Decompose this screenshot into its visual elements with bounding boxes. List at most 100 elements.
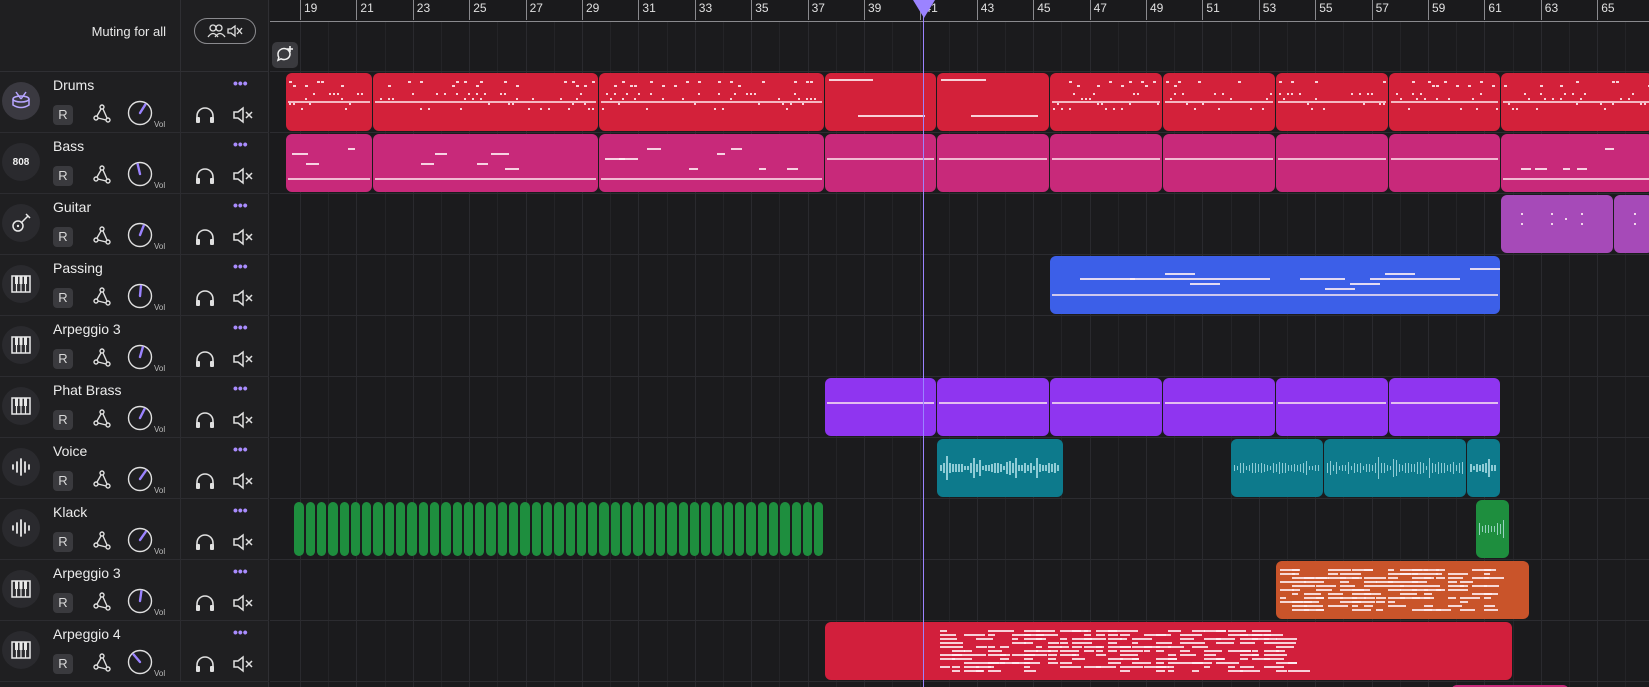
audio-segment[interactable] <box>316 502 327 556</box>
track-more-options-button[interactable]: ••• <box>233 624 248 640</box>
audio-segment[interactable] <box>463 502 474 556</box>
track-lane[interactable] <box>270 316 1649 377</box>
track-name[interactable]: Bass <box>53 138 84 154</box>
audio-segment[interactable] <box>644 502 654 556</box>
audio-segment[interactable] <box>746 502 756 556</box>
track-name[interactable]: Arpeggio 4 <box>53 626 121 642</box>
record-arm-button[interactable]: R <box>53 288 73 308</box>
region-clip[interactable] <box>1388 134 1501 192</box>
audio-segment[interactable] <box>802 502 813 556</box>
region-clip[interactable] <box>824 134 937 192</box>
speaker-mute-icon[interactable] <box>232 288 254 308</box>
arrangement-timeline[interactable]: 19 21 23 25 27 29 31 33 35 37 39 41 43 45 47 49 51 53 55 57… <box>270 0 1649 687</box>
audio-segment[interactable] <box>622 502 632 556</box>
track-name[interactable]: Voice <box>53 443 87 459</box>
track-more-options-button[interactable]: ••• <box>233 136 248 152</box>
audio-segment[interactable] <box>475 502 485 556</box>
audio-segment[interactable] <box>780 502 790 556</box>
track-more-options-button[interactable]: ••• <box>233 197 248 213</box>
audio-segment[interactable] <box>701 502 711 556</box>
audio-segment[interactable] <box>350 502 361 556</box>
volume-knob[interactable] <box>127 649 153 675</box>
headphones-solo-icon[interactable] <box>194 166 216 186</box>
region-clip[interactable] <box>1275 73 1388 131</box>
track-name[interactable]: Arpeggio 3 <box>53 565 121 581</box>
audio-segment[interactable] <box>509 502 519 556</box>
region-clip[interactable] <box>1162 378 1275 436</box>
volume-knob[interactable] <box>127 527 153 553</box>
track-more-options-button[interactable]: ••• <box>233 258 248 274</box>
audio-segment[interactable] <box>735 502 745 556</box>
audio-segment[interactable] <box>757 502 767 556</box>
region-clip[interactable] <box>1275 378 1388 436</box>
audio-segment[interactable] <box>407 502 417 556</box>
track-more-options-button[interactable]: ••• <box>233 75 248 91</box>
headphones-solo-icon[interactable] <box>194 593 216 613</box>
track-more-options-button[interactable]: ••• <box>233 380 248 396</box>
region-clip[interactable] <box>1275 561 1529 619</box>
audio-segment[interactable] <box>328 502 338 556</box>
region-clip[interactable] <box>1050 256 1501 314</box>
track-more-options-button[interactable]: ••• <box>233 502 248 518</box>
region-clip[interactable] <box>1467 439 1501 497</box>
record-arm-button[interactable]: R <box>53 410 73 430</box>
audio-segment[interactable] <box>396 502 406 556</box>
track-instrument-button[interactable] <box>2 326 40 364</box>
region-clip[interactable] <box>1475 500 1509 558</box>
speaker-mute-icon[interactable] <box>232 166 254 186</box>
track-header-phat-brass[interactable]: Phat Brass ••• R Vol <box>0 377 269 438</box>
volume-knob[interactable] <box>127 161 153 187</box>
track-header-arpeggio-3[interactable]: Arpeggio 3 ••• R Vol <box>0 560 269 621</box>
record-arm-button[interactable]: R <box>53 654 73 674</box>
audio-segment[interactable] <box>373 502 383 556</box>
track-more-options-button[interactable]: ••• <box>233 319 248 335</box>
region-clip[interactable] <box>937 378 1050 436</box>
track-instrument-button[interactable] <box>2 204 40 242</box>
automation-icon[interactable] <box>92 652 112 674</box>
region-clip[interactable] <box>294 500 829 558</box>
volume-knob[interactable] <box>127 588 153 614</box>
volume-knob[interactable] <box>127 344 153 370</box>
automation-icon[interactable] <box>92 164 112 186</box>
region-clip[interactable] <box>824 378 937 436</box>
region-clip[interactable] <box>1388 378 1501 436</box>
volume-knob[interactable] <box>127 466 153 492</box>
add-comment-button[interactable] <box>272 42 298 68</box>
region-clip[interactable] <box>373 73 598 131</box>
audio-segment[interactable] <box>768 502 779 556</box>
track-header-klack[interactable]: Klack ••• R Vol <box>0 499 269 560</box>
track-name[interactable]: Drums <box>53 77 94 93</box>
track-instrument-button[interactable] <box>2 570 40 608</box>
region-clip[interactable] <box>1501 73 1649 131</box>
region-clip[interactable] <box>937 73 1050 131</box>
region-clip[interactable] <box>1050 73 1162 131</box>
speaker-mute-icon[interactable] <box>232 654 254 674</box>
audio-segment[interactable] <box>588 502 598 556</box>
automation-icon[interactable] <box>92 530 112 552</box>
speaker-mute-icon[interactable] <box>232 410 254 430</box>
track-instrument-button[interactable] <box>2 631 40 669</box>
region-clip[interactable] <box>937 439 1064 497</box>
audio-segment[interactable] <box>520 502 530 556</box>
region-clip[interactable] <box>1323 439 1467 497</box>
record-arm-button[interactable]: R <box>53 593 73 613</box>
region-clip[interactable] <box>1388 73 1501 131</box>
headphones-solo-icon[interactable] <box>194 532 216 552</box>
region-clip[interactable] <box>1050 378 1162 436</box>
speaker-mute-icon[interactable] <box>232 105 254 125</box>
audio-segment[interactable] <box>678 502 688 556</box>
audio-segment[interactable] <box>384 502 395 556</box>
automation-icon[interactable] <box>92 225 112 247</box>
region-clip[interactable] <box>1275 134 1388 192</box>
automation-icon[interactable] <box>92 286 112 308</box>
region-clip[interactable] <box>1614 195 1649 253</box>
headphones-solo-icon[interactable] <box>194 227 216 247</box>
record-arm-button[interactable]: R <box>53 471 73 491</box>
audio-segment[interactable] <box>667 502 677 556</box>
audio-segment[interactable] <box>531 502 541 556</box>
playhead-line[interactable] <box>923 0 924 687</box>
track-name[interactable]: Klack <box>53 504 87 520</box>
track-more-options-button[interactable]: ••• <box>233 441 248 457</box>
record-arm-button[interactable]: R <box>53 349 73 369</box>
record-arm-button[interactable]: R <box>53 532 73 552</box>
